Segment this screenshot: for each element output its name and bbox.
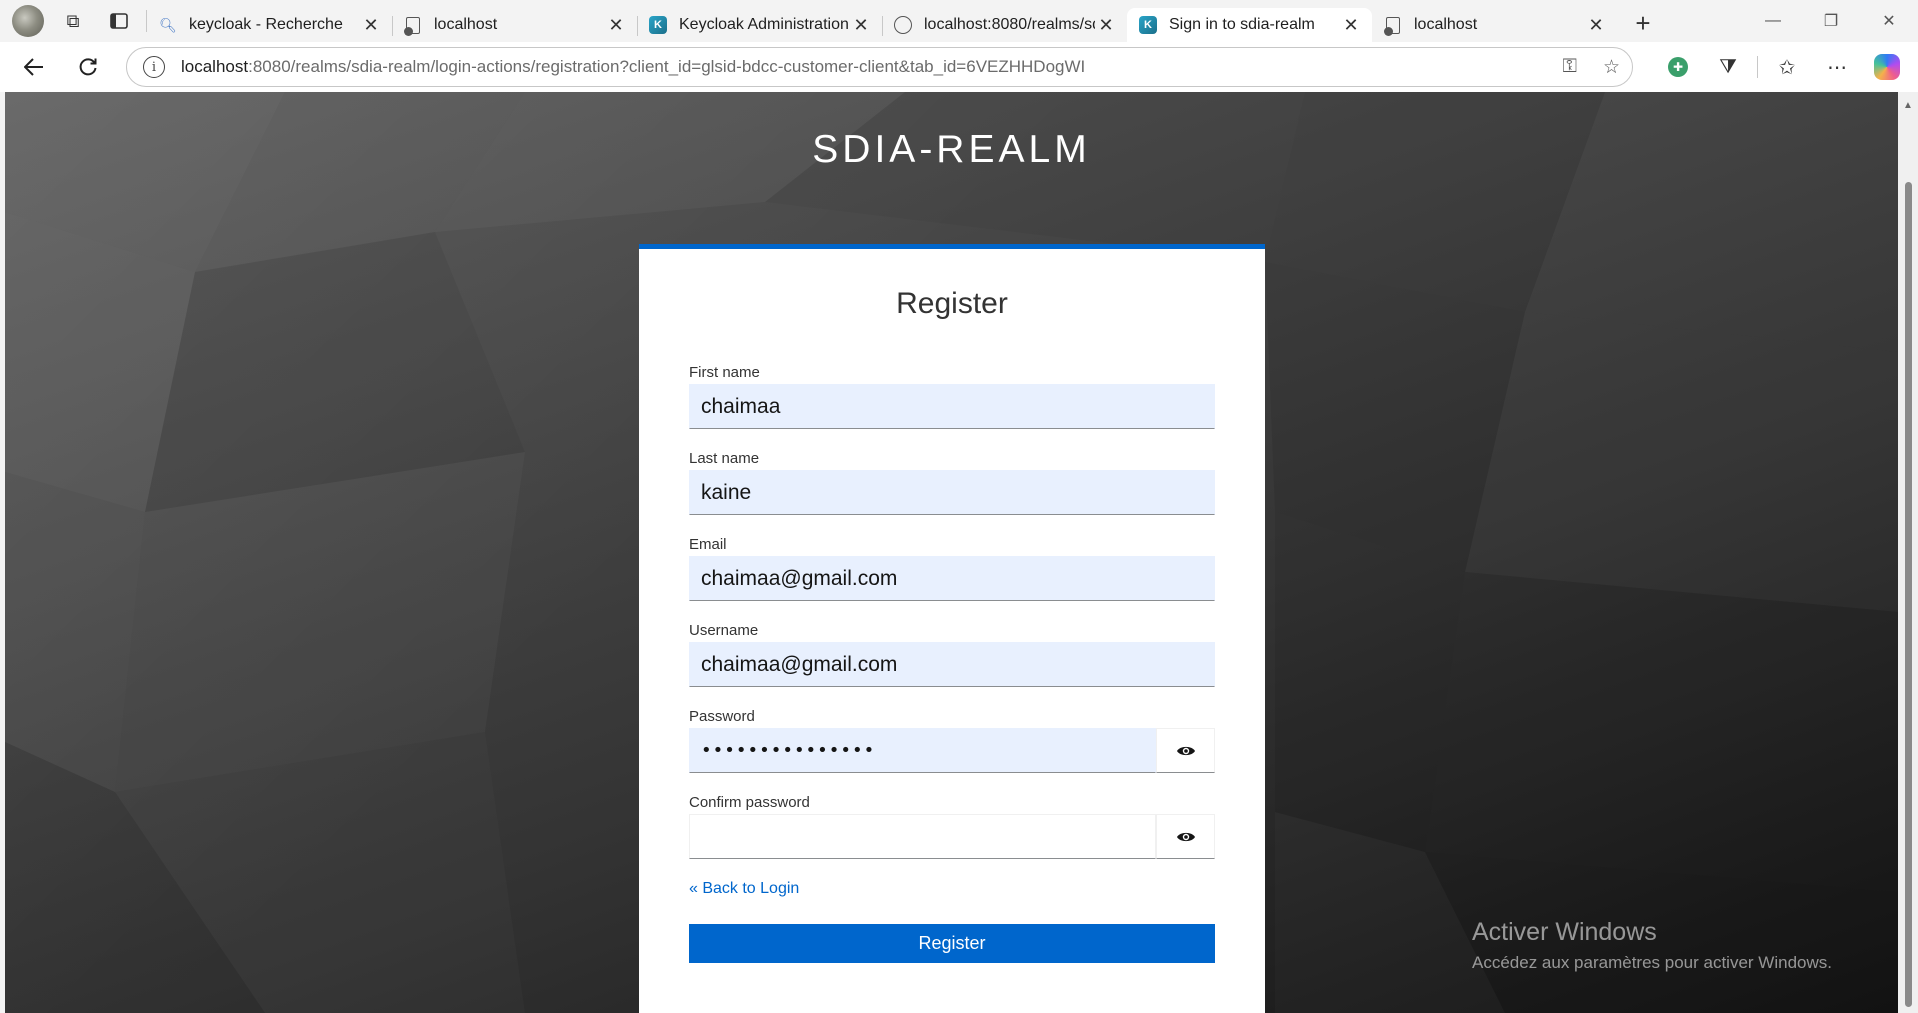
scroll-thumb[interactable] [1905,182,1912,1007]
tab-title: Sign in to sdia-realm [1169,16,1315,33]
username-label: Username [689,622,759,639]
tab-0[interactable]: 🔍︎ keycloak - Recherche ✕ [147,8,392,42]
globe-icon [894,16,912,34]
document-icon [1384,16,1402,36]
last-name-field: Last name kaine [689,450,1215,515]
password-row: ••••••••••••••• [689,728,1215,773]
back-arrow-icon[interactable] [14,47,54,87]
key-icon[interactable]: ⚿ [1562,56,1576,78]
address-url[interactable]: localhost:8080/realms/sdia-realm/login-a… [181,57,1085,77]
eye-icon [1176,832,1195,841]
email-field: Email chaimaa@gmail.com [689,536,1215,601]
windows-activation-watermark: Activer Windows Accédez aux paramètres p… [1472,918,1832,973]
tab-title: localhost [1414,16,1478,33]
register-form: First name chaimaa Last name kaine Email… [689,364,1215,963]
page-scrollbar[interactable]: ▲ [1898,92,1918,1013]
favorite-star-icon[interactable]: ☆ [1603,56,1620,79]
extension-green-icon[interactable]: ✚ [1653,47,1703,87]
close-icon[interactable]: ✕ [605,14,627,36]
show-password-button[interactable] [1156,728,1215,773]
window-controls: — ❐ ✕ [1744,0,1918,42]
show-confirm-password-button[interactable] [1156,814,1215,859]
tab-title: keycloak - Recherche [189,16,343,33]
realm-title: SDIA-REALM [812,128,1091,171]
copilot-icon[interactable] [1862,47,1912,87]
eye-icon [1176,746,1195,755]
address-host: localhost [181,57,249,76]
password-field: Password ••••••••••••••• [689,708,1215,773]
tab-strip-lead: ⧉ [0,0,147,42]
vertical-tabs-icon[interactable] [102,4,136,38]
tab-title: localhost [434,16,498,33]
username-input[interactable]: chaimaa@gmail.com [689,642,1215,687]
close-icon[interactable]: ✕ [1340,14,1362,36]
more-menu-icon[interactable]: ⋯ [1812,47,1862,87]
tab-1[interactable]: localhost ✕ [392,8,637,42]
document-icon [404,16,422,36]
back-to-login-link[interactable]: « Back to Login [689,880,1215,898]
workspaces-icon[interactable]: ⧉ [56,4,90,38]
page-viewport: SDIA-REALM Register First name chaimaa L… [5,92,1898,1013]
tab-3[interactable]: localhost:8080/realms/sdi ✕ [882,8,1127,42]
password-label: Password [689,708,755,725]
keycloak-icon: K [1139,16,1157,34]
new-tab-button[interactable]: + [1625,5,1661,41]
email-input[interactable]: chaimaa@gmail.com [689,556,1215,601]
tab-2[interactable]: K Keycloak Administration U ✕ [637,8,882,42]
tab-title: Keycloak Administration U [679,16,850,33]
register-button[interactable]: Register [689,924,1215,963]
username-field: Username chaimaa@gmail.com [689,622,1215,687]
close-icon[interactable]: ✕ [1585,14,1607,36]
close-icon[interactable]: ✕ [1095,14,1117,36]
address-path: :8080/realms/sdia-realm/login-actions/re… [248,57,1086,76]
register-card: Register First name chaimaa Last name ka… [639,244,1265,1013]
first-name-label: First name [689,364,760,381]
toolbar-separator [1757,56,1758,78]
email-label: Email [689,536,727,553]
favorites-icon[interactable]: ✩ [1762,47,1812,87]
first-name-field: First name chaimaa [689,364,1215,429]
confirm-password-label: Confirm password [689,794,810,811]
close-icon[interactable]: ✕ [360,14,382,36]
search-icon: 🔍︎ [159,16,177,33]
extensions-icon[interactable]: ⧩ [1703,47,1753,87]
close-window-icon[interactable]: ✕ [1860,0,1918,42]
address-bar-actions: ⚿ ☆ [1562,48,1620,86]
confirm-password-input[interactable] [689,814,1156,859]
tab-title: localhost:8080/realms/sdi [924,16,1095,33]
tab-4-active[interactable]: K Sign in to sdia-realm ✕ [1127,8,1372,42]
keycloak-icon: K [649,16,667,34]
form-title: Register [896,287,1008,320]
confirm-password-field: Confirm password [689,794,1215,859]
last-name-label: Last name [689,450,760,467]
minimize-icon[interactable]: — [1744,0,1802,42]
toolbar-right: ✚ ⧩ ✩ ⋯ [1653,42,1912,92]
browser-toolbar: i localhost:8080/realms/sdia-realm/login… [0,42,1918,92]
confirm-password-row [689,814,1215,859]
close-icon[interactable]: ✕ [850,14,872,36]
address-bar[interactable]: i localhost:8080/realms/sdia-realm/login… [126,47,1633,87]
first-name-input[interactable]: chaimaa [689,384,1215,429]
info-icon[interactable]: i [143,56,165,78]
tab-strip: ⧉ 🔍︎ keycloak - Recherche ✕ localhost ✕ … [0,0,1918,42]
profile-avatar[interactable] [12,5,44,37]
password-input[interactable]: ••••••••••••••• [689,728,1156,773]
watermark-title: Activer Windows [1472,918,1657,946]
last-name-input[interactable]: kaine [689,470,1215,515]
restore-icon[interactable]: ❐ [1802,0,1860,42]
refresh-icon[interactable] [68,47,108,87]
scroll-up-arrow-icon[interactable]: ▲ [1903,100,1913,111]
tab-5[interactable]: localhost ✕ [1372,8,1617,42]
watermark-subtitle: Accédez aux paramètres pour activer Wind… [1472,953,1832,972]
